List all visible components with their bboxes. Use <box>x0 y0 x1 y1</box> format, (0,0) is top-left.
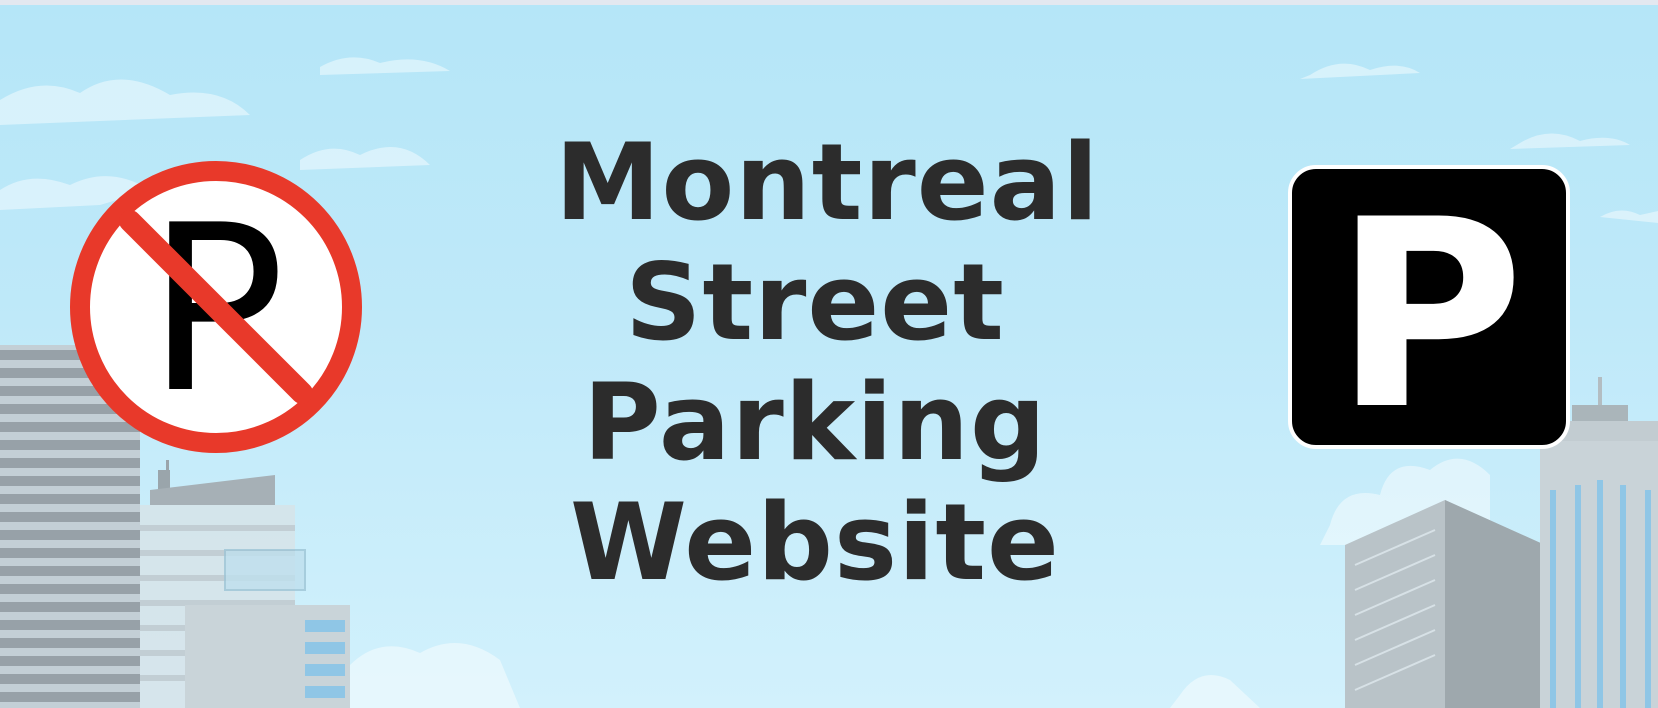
title-line-1: Montreal <box>555 121 1100 244</box>
no-parking-icon: P <box>70 161 362 453</box>
title-line-3: Parking <box>583 361 1047 484</box>
left-mid-building <box>140 460 350 708</box>
parking-letter: P <box>1334 165 1525 449</box>
parking-icon: P <box>1288 165 1570 449</box>
title-line-4: Website <box>570 481 1060 604</box>
page-title: Montreal Street Parking Website <box>555 121 1100 604</box>
title-line-2: Street <box>625 241 1005 364</box>
hero-banner: P P Montreal Street Parking Website <box>0 5 1658 708</box>
